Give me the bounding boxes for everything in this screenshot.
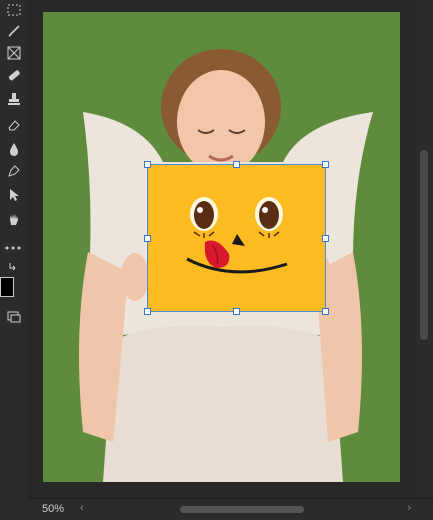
scroll-right-icon[interactable]: › — [407, 502, 411, 514]
stamp-tool-icon[interactable] — [0, 88, 28, 110]
bandage-tool-icon[interactable] — [0, 64, 28, 86]
eraser-tool-icon[interactable] — [0, 114, 28, 136]
pen-tool-icon[interactable] — [0, 160, 28, 182]
transform-handle-left[interactable] — [144, 235, 151, 242]
swap-colors-icon[interactable] — [0, 256, 28, 278]
status-bar: 50% ‹ › — [28, 498, 433, 520]
hand-tool-icon[interactable] — [0, 208, 28, 230]
screen-mode-icon[interactable] — [0, 306, 28, 328]
horizontal-scroll-thumb[interactable] — [180, 506, 304, 513]
zoom-level[interactable]: 50% — [42, 503, 64, 515]
transform-handle-top[interactable] — [233, 161, 240, 168]
frame-tool-icon[interactable] — [0, 42, 28, 64]
scroll-left-icon[interactable]: ‹ — [80, 502, 84, 514]
vertical-scrollbar[interactable] — [415, 0, 433, 498]
vertical-scroll-thumb[interactable] — [420, 150, 428, 340]
placed-smiley-layer[interactable] — [147, 164, 326, 312]
foreground-color-swatch[interactable] — [0, 277, 14, 297]
transform-handle-top-left[interactable] — [144, 161, 151, 168]
more-tools-icon[interactable] — [4, 238, 22, 250]
transform-handle-top-right[interactable] — [322, 161, 329, 168]
smiley-face-icon — [186, 197, 288, 274]
brush-tool-icon[interactable] — [0, 20, 28, 42]
transform-handle-bottom-right[interactable] — [322, 308, 329, 315]
blur-tool-icon[interactable] — [0, 138, 28, 160]
canvas-area[interactable] — [28, 0, 415, 498]
transform-handle-bottom[interactable] — [233, 308, 240, 315]
selection-tool-icon[interactable] — [0, 184, 28, 206]
document-canvas[interactable] — [43, 12, 400, 482]
tools-panel — [0, 0, 29, 520]
transform-handle-bottom-left[interactable] — [144, 308, 151, 315]
marquee-tool-icon[interactable] — [0, 0, 28, 22]
transform-handle-right[interactable] — [322, 235, 329, 242]
